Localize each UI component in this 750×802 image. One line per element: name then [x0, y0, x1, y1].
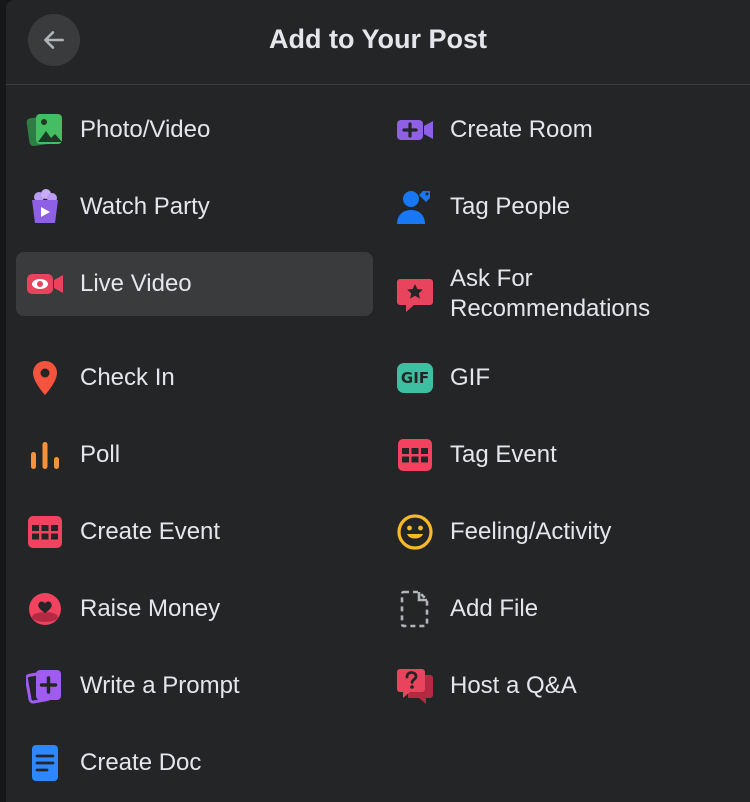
option-tag-event[interactable]: Tag Event: [386, 423, 736, 487]
watch-party-icon: [32, 189, 58, 223]
option-poll[interactable]: Poll: [16, 423, 373, 487]
option-watch-party[interactable]: Watch Party: [16, 175, 373, 239]
poll-icon: [31, 442, 59, 469]
option-create-room[interactable]: Create Room: [386, 98, 736, 162]
file-icon: [400, 590, 429, 628]
option-label: Create Event: [80, 518, 221, 545]
option-check-in[interactable]: Check In: [16, 346, 373, 410]
recommendation-icon: [397, 279, 433, 312]
option-label: Create Room: [450, 116, 593, 143]
option-create-doc[interactable]: Create Doc: [16, 731, 373, 795]
option-host-qa[interactable]: Host a Q&A: [386, 654, 736, 718]
option-label: GIF: [450, 364, 490, 391]
option-label: Live Video: [80, 270, 192, 297]
option-label: Poll: [80, 441, 121, 468]
page-title: Add to Your Post: [269, 24, 487, 54]
tag-event-icon: [398, 439, 432, 471]
write-prompt-icon: [26, 670, 61, 704]
location-pin-icon: [33, 361, 57, 395]
add-to-post-panel: Add to Your Post Photo/Video Watch Party…: [6, 0, 750, 802]
option-label: Create Doc: [80, 749, 202, 776]
option-label: Feeling/Activity: [450, 518, 612, 545]
option-live-video[interactable]: Live Video: [16, 252, 373, 316]
option-photo-video[interactable]: Photo/Video: [16, 98, 373, 162]
option-label: Raise Money: [80, 595, 221, 622]
tag-people-icon: [397, 191, 430, 224]
option-label: Host a Q&A: [450, 672, 577, 699]
option-write-prompt[interactable]: Write a Prompt: [16, 654, 373, 718]
option-label: Ask For Recommendations: [450, 265, 651, 322]
live-video-icon: [27, 274, 63, 294]
create-room-icon: [397, 120, 433, 140]
option-feeling-activity[interactable]: Feeling/Activity: [386, 500, 736, 564]
option-add-file[interactable]: Add File: [386, 577, 736, 641]
option-label: Add File: [450, 595, 539, 622]
option-label: Write a Prompt: [80, 672, 240, 699]
panel-header: Add to Your Post: [6, 0, 750, 85]
option-raise-money[interactable]: Raise Money: [16, 577, 373, 641]
qa-icon: [397, 669, 433, 704]
option-ask-for-recommendations[interactable]: Ask For Recommendations: [386, 252, 736, 336]
photo-video-icon: [26, 114, 62, 147]
smiley-icon: [397, 514, 433, 550]
option-label: Tag Event: [450, 441, 557, 468]
option-create-event[interactable]: Create Event: [16, 500, 373, 564]
calendar-icon: [28, 516, 62, 548]
raise-money-icon: [29, 593, 61, 625]
option-label: Tag People: [450, 193, 571, 220]
option-label: Photo/Video: [80, 116, 211, 143]
option-tag-people[interactable]: Tag People: [386, 175, 736, 239]
gif-icon: GIF: [397, 363, 433, 393]
option-label: Check In: [80, 364, 175, 391]
document-icon: [32, 745, 58, 781]
option-gif[interactable]: GIF GIF: [386, 346, 736, 410]
option-label: Watch Party: [80, 193, 210, 220]
